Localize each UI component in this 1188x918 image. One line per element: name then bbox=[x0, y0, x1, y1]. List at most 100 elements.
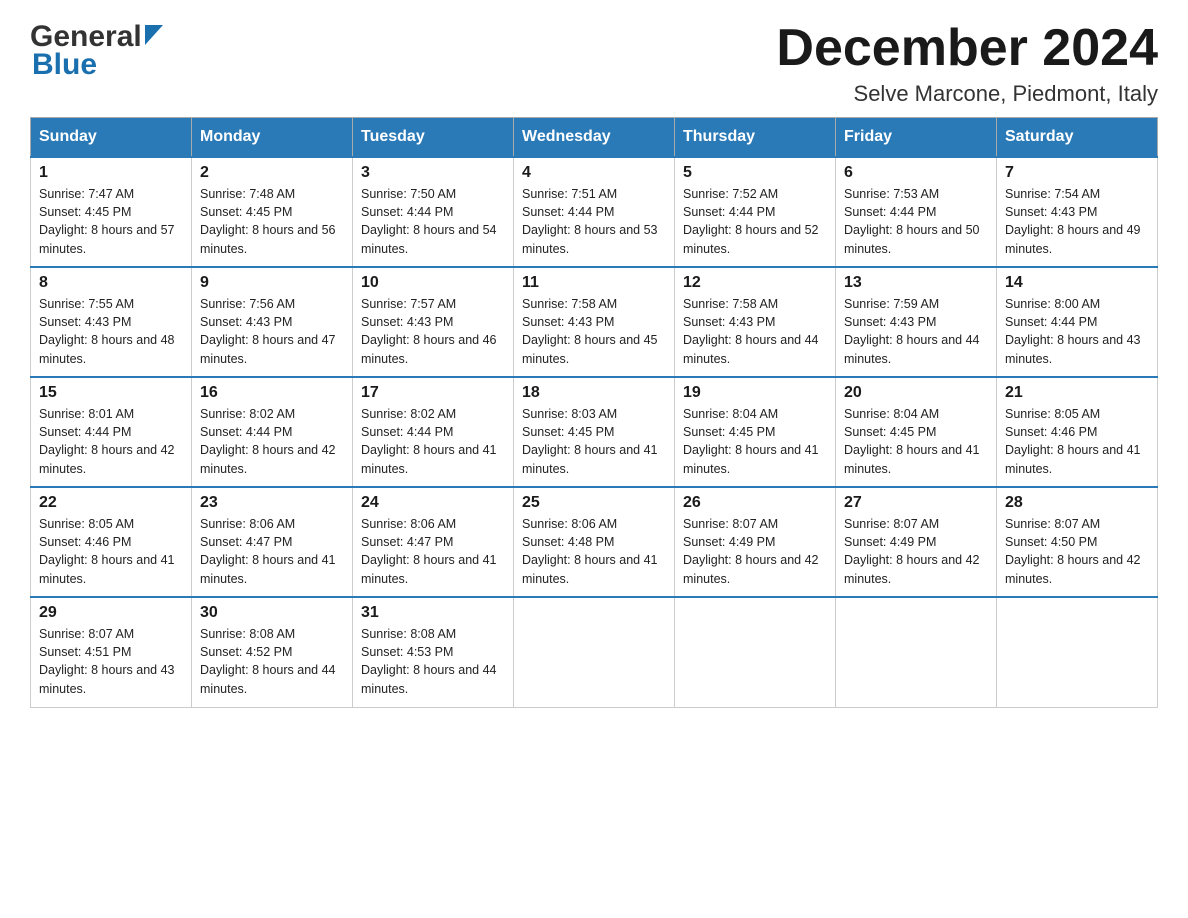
calendar-cell: 2 Sunrise: 7:48 AMSunset: 4:45 PMDayligh… bbox=[192, 157, 353, 267]
day-number: 22 bbox=[39, 494, 183, 512]
day-info: Sunrise: 8:06 AMSunset: 4:48 PMDaylight:… bbox=[522, 517, 658, 585]
calendar-cell: 20 Sunrise: 8:04 AMSunset: 4:45 PMDaylig… bbox=[836, 377, 997, 487]
calendar-header-row: SundayMondayTuesdayWednesdayThursdayFrid… bbox=[31, 118, 1158, 158]
day-number: 11 bbox=[522, 274, 666, 292]
calendar-cell: 31 Sunrise: 8:08 AMSunset: 4:53 PMDaylig… bbox=[353, 597, 514, 707]
day-info: Sunrise: 8:03 AMSunset: 4:45 PMDaylight:… bbox=[522, 407, 658, 475]
calendar-cell: 29 Sunrise: 8:07 AMSunset: 4:51 PMDaylig… bbox=[31, 597, 192, 707]
day-info: Sunrise: 7:54 AMSunset: 4:43 PMDaylight:… bbox=[1005, 187, 1141, 255]
calendar-week-row: 15 Sunrise: 8:01 AMSunset: 4:44 PMDaylig… bbox=[31, 377, 1158, 487]
day-info: Sunrise: 8:02 AMSunset: 4:44 PMDaylight:… bbox=[361, 407, 497, 475]
day-info: Sunrise: 8:05 AMSunset: 4:46 PMDaylight:… bbox=[39, 517, 175, 585]
day-info: Sunrise: 8:07 AMSunset: 4:50 PMDaylight:… bbox=[1005, 517, 1141, 585]
calendar-cell: 8 Sunrise: 7:55 AMSunset: 4:43 PMDayligh… bbox=[31, 267, 192, 377]
day-number: 25 bbox=[522, 494, 666, 512]
logo-arrow-icon bbox=[145, 25, 163, 45]
calendar-cell: 22 Sunrise: 8:05 AMSunset: 4:46 PMDaylig… bbox=[31, 487, 192, 597]
day-info: Sunrise: 8:06 AMSunset: 4:47 PMDaylight:… bbox=[361, 517, 497, 585]
calendar-cell bbox=[997, 597, 1158, 707]
day-info: Sunrise: 8:08 AMSunset: 4:52 PMDaylight:… bbox=[200, 627, 336, 695]
day-number: 20 bbox=[844, 384, 988, 402]
day-number: 15 bbox=[39, 384, 183, 402]
day-number: 23 bbox=[200, 494, 344, 512]
title-section: December 2024 Selve Marcone, Piedmont, I… bbox=[776, 20, 1158, 107]
calendar-cell: 23 Sunrise: 8:06 AMSunset: 4:47 PMDaylig… bbox=[192, 487, 353, 597]
calendar-header-wednesday: Wednesday bbox=[514, 118, 675, 158]
day-number: 19 bbox=[683, 384, 827, 402]
day-info: Sunrise: 8:02 AMSunset: 4:44 PMDaylight:… bbox=[200, 407, 336, 475]
day-number: 30 bbox=[200, 604, 344, 622]
logo: General Blue bbox=[30, 20, 163, 82]
calendar-cell: 13 Sunrise: 7:59 AMSunset: 4:43 PMDaylig… bbox=[836, 267, 997, 377]
day-number: 16 bbox=[200, 384, 344, 402]
day-number: 17 bbox=[361, 384, 505, 402]
calendar-cell: 21 Sunrise: 8:05 AMSunset: 4:46 PMDaylig… bbox=[997, 377, 1158, 487]
calendar-week-row: 22 Sunrise: 8:05 AMSunset: 4:46 PMDaylig… bbox=[31, 487, 1158, 597]
day-number: 28 bbox=[1005, 494, 1149, 512]
day-number: 2 bbox=[200, 164, 344, 182]
day-number: 3 bbox=[361, 164, 505, 182]
calendar-table: SundayMondayTuesdayWednesdayThursdayFrid… bbox=[30, 117, 1158, 708]
day-number: 1 bbox=[39, 164, 183, 182]
calendar-week-row: 8 Sunrise: 7:55 AMSunset: 4:43 PMDayligh… bbox=[31, 267, 1158, 377]
page-header: General Blue December 2024 Selve Marcone… bbox=[30, 20, 1158, 107]
day-number: 21 bbox=[1005, 384, 1149, 402]
calendar-cell: 25 Sunrise: 8:06 AMSunset: 4:48 PMDaylig… bbox=[514, 487, 675, 597]
calendar-cell: 9 Sunrise: 7:56 AMSunset: 4:43 PMDayligh… bbox=[192, 267, 353, 377]
calendar-header-sunday: Sunday bbox=[31, 118, 192, 158]
calendar-cell: 12 Sunrise: 7:58 AMSunset: 4:43 PMDaylig… bbox=[675, 267, 836, 377]
calendar-header-tuesday: Tuesday bbox=[353, 118, 514, 158]
day-number: 13 bbox=[844, 274, 988, 292]
day-info: Sunrise: 8:06 AMSunset: 4:47 PMDaylight:… bbox=[200, 517, 336, 585]
calendar-cell: 18 Sunrise: 8:03 AMSunset: 4:45 PMDaylig… bbox=[514, 377, 675, 487]
calendar-cell: 30 Sunrise: 8:08 AMSunset: 4:52 PMDaylig… bbox=[192, 597, 353, 707]
day-info: Sunrise: 8:08 AMSunset: 4:53 PMDaylight:… bbox=[361, 627, 497, 695]
calendar-cell: 24 Sunrise: 8:06 AMSunset: 4:47 PMDaylig… bbox=[353, 487, 514, 597]
day-number: 27 bbox=[844, 494, 988, 512]
calendar-cell: 15 Sunrise: 8:01 AMSunset: 4:44 PMDaylig… bbox=[31, 377, 192, 487]
day-number: 24 bbox=[361, 494, 505, 512]
day-info: Sunrise: 8:05 AMSunset: 4:46 PMDaylight:… bbox=[1005, 407, 1141, 475]
day-info: Sunrise: 7:47 AMSunset: 4:45 PMDaylight:… bbox=[39, 187, 175, 255]
calendar-cell bbox=[675, 597, 836, 707]
day-number: 14 bbox=[1005, 274, 1149, 292]
calendar-cell: 4 Sunrise: 7:51 AMSunset: 4:44 PMDayligh… bbox=[514, 157, 675, 267]
day-number: 31 bbox=[361, 604, 505, 622]
day-info: Sunrise: 7:58 AMSunset: 4:43 PMDaylight:… bbox=[522, 297, 658, 365]
day-number: 4 bbox=[522, 164, 666, 182]
day-info: Sunrise: 7:58 AMSunset: 4:43 PMDaylight:… bbox=[683, 297, 819, 365]
calendar-cell: 11 Sunrise: 7:58 AMSunset: 4:43 PMDaylig… bbox=[514, 267, 675, 377]
logo-blue-text: Blue bbox=[30, 48, 163, 82]
calendar-cell: 19 Sunrise: 8:04 AMSunset: 4:45 PMDaylig… bbox=[675, 377, 836, 487]
day-info: Sunrise: 7:59 AMSunset: 4:43 PMDaylight:… bbox=[844, 297, 980, 365]
calendar-cell: 14 Sunrise: 8:00 AMSunset: 4:44 PMDaylig… bbox=[997, 267, 1158, 377]
day-info: Sunrise: 8:07 AMSunset: 4:49 PMDaylight:… bbox=[683, 517, 819, 585]
day-number: 18 bbox=[522, 384, 666, 402]
day-number: 26 bbox=[683, 494, 827, 512]
day-info: Sunrise: 8:07 AMSunset: 4:51 PMDaylight:… bbox=[39, 627, 175, 695]
calendar-cell: 7 Sunrise: 7:54 AMSunset: 4:43 PMDayligh… bbox=[997, 157, 1158, 267]
calendar-header-saturday: Saturday bbox=[997, 118, 1158, 158]
calendar-cell: 6 Sunrise: 7:53 AMSunset: 4:44 PMDayligh… bbox=[836, 157, 997, 267]
calendar-cell: 17 Sunrise: 8:02 AMSunset: 4:44 PMDaylig… bbox=[353, 377, 514, 487]
day-number: 6 bbox=[844, 164, 988, 182]
calendar-cell: 1 Sunrise: 7:47 AMSunset: 4:45 PMDayligh… bbox=[31, 157, 192, 267]
day-info: Sunrise: 7:56 AMSunset: 4:43 PMDaylight:… bbox=[200, 297, 336, 365]
day-number: 5 bbox=[683, 164, 827, 182]
day-info: Sunrise: 7:52 AMSunset: 4:44 PMDaylight:… bbox=[683, 187, 819, 255]
day-info: Sunrise: 8:00 AMSunset: 4:44 PMDaylight:… bbox=[1005, 297, 1141, 365]
calendar-week-row: 29 Sunrise: 8:07 AMSunset: 4:51 PMDaylig… bbox=[31, 597, 1158, 707]
day-number: 8 bbox=[39, 274, 183, 292]
calendar-header-thursday: Thursday bbox=[675, 118, 836, 158]
calendar-cell bbox=[514, 597, 675, 707]
calendar-cell: 10 Sunrise: 7:57 AMSunset: 4:43 PMDaylig… bbox=[353, 267, 514, 377]
day-number: 9 bbox=[200, 274, 344, 292]
calendar-cell: 26 Sunrise: 8:07 AMSunset: 4:49 PMDaylig… bbox=[675, 487, 836, 597]
calendar-header-monday: Monday bbox=[192, 118, 353, 158]
day-info: Sunrise: 7:53 AMSunset: 4:44 PMDaylight:… bbox=[844, 187, 980, 255]
day-info: Sunrise: 8:01 AMSunset: 4:44 PMDaylight:… bbox=[39, 407, 175, 475]
location-title: Selve Marcone, Piedmont, Italy bbox=[776, 81, 1158, 107]
day-number: 29 bbox=[39, 604, 183, 622]
calendar-header-friday: Friday bbox=[836, 118, 997, 158]
day-info: Sunrise: 7:50 AMSunset: 4:44 PMDaylight:… bbox=[361, 187, 497, 255]
